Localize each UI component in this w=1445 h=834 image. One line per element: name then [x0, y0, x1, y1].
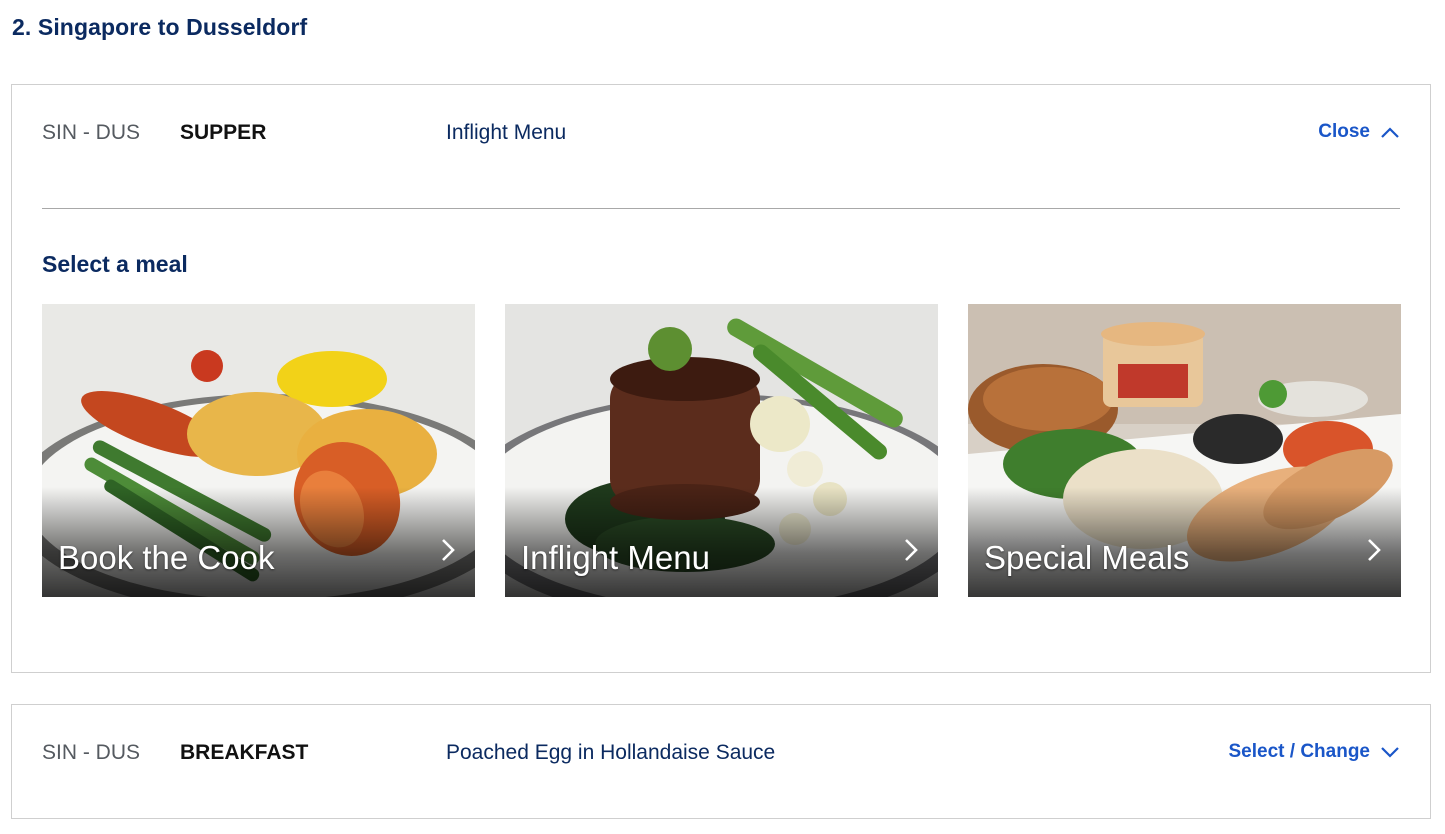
breakfast-meal-type: BREAKFAST — [180, 741, 309, 764]
select-meal-heading: Select a meal — [42, 251, 188, 277]
book-the-cook-tile[interactable]: Book the Cook — [42, 304, 475, 597]
chevron-right-icon — [441, 538, 455, 567]
breakfast-select-change-button[interactable]: Select / Change — [1229, 741, 1401, 763]
inflight-menu-label: Inflight Menu — [521, 539, 710, 576]
chevron-right-icon — [904, 538, 918, 567]
special-meals-label: Special Meals — [984, 539, 1190, 576]
supper-meal-type: SUPPER — [180, 121, 267, 144]
chevron-down-icon — [1380, 745, 1400, 759]
supper-route: SIN - DUS — [42, 121, 141, 144]
supper-meal-card: SIN - DUS SUPPER Inflight Menu Close Sel… — [11, 84, 1431, 673]
supper-close-label: Close — [1318, 121, 1370, 142]
supper-meal-header: SIN - DUS SUPPER Inflight Menu Close — [42, 121, 1400, 151]
chevron-right-icon — [1367, 538, 1381, 567]
meal-options: Book the Cook Inflight Menu Special Meal… — [42, 304, 1401, 597]
section-title: 2. Singapore to Dusseldorf — [12, 14, 308, 40]
divider — [42, 208, 1400, 209]
breakfast-meal-header: SIN - DUS BREAKFAST Poached Egg in Holla… — [42, 741, 1400, 771]
special-meals-tile[interactable]: Special Meals — [968, 304, 1401, 597]
supper-selected-meal: Inflight Menu — [446, 121, 567, 144]
book-the-cook-label: Book the Cook — [58, 539, 275, 576]
breakfast-selected-meal: Poached Egg in Hollandaise Sauce — [446, 741, 776, 764]
breakfast-route: SIN - DUS — [42, 741, 141, 764]
breakfast-meal-card: SIN - DUS BREAKFAST Poached Egg in Holla… — [11, 704, 1431, 819]
inflight-menu-tile[interactable]: Inflight Menu — [505, 304, 938, 597]
chevron-up-icon — [1380, 125, 1400, 139]
supper-close-button[interactable]: Close — [1318, 121, 1400, 143]
breakfast-select-change-label: Select / Change — [1228, 741, 1371, 762]
